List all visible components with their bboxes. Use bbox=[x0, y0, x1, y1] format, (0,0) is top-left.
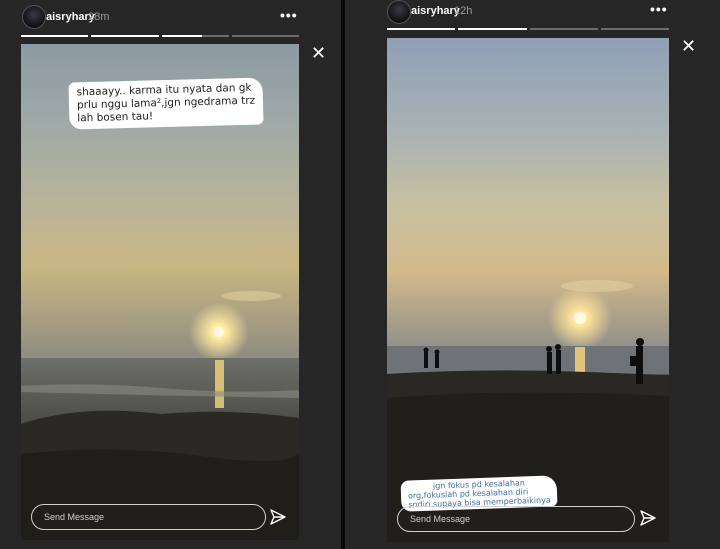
progress-segment bbox=[458, 28, 527, 30]
story-image: jgn fokus pd kesalahan org,fokuslah pd k… bbox=[387, 38, 669, 542]
close-icon[interactable]: ✕ bbox=[311, 44, 326, 62]
progress-segment bbox=[91, 35, 159, 37]
send-icon[interactable] bbox=[640, 510, 656, 526]
reply-input[interactable]: Send Message bbox=[31, 504, 266, 530]
username[interactable]: aisryhary bbox=[411, 5, 460, 17]
progress-segment bbox=[231, 35, 299, 37]
avatar[interactable] bbox=[22, 5, 46, 29]
timestamp: 28m bbox=[88, 11, 110, 23]
story-caption: shaaayy.. karma itu nyata dan gk prlu ng… bbox=[68, 77, 264, 130]
timestamp: 12h bbox=[454, 5, 473, 17]
progress-segment bbox=[529, 28, 598, 30]
reply-input[interactable]: Send Message bbox=[397, 506, 635, 532]
close-icon[interactable]: ✕ bbox=[681, 37, 696, 55]
more-options-icon[interactable]: ••• bbox=[650, 2, 668, 16]
progress-segment bbox=[161, 35, 229, 37]
sunset-beach-photo bbox=[387, 38, 669, 542]
story-panel-2: aisryhary 12h ••• ✕ jgn fokus pd kesalah… bbox=[345, 0, 720, 549]
story-progress-bars bbox=[21, 35, 299, 37]
story-progress-bars bbox=[387, 28, 669, 30]
avatar[interactable] bbox=[387, 0, 411, 24]
story-image: shaaayy.. karma itu nyata dan gk prlu ng… bbox=[21, 44, 299, 540]
progress-segment bbox=[21, 35, 89, 37]
send-icon[interactable] bbox=[270, 509, 286, 525]
progress-segment bbox=[387, 28, 456, 30]
progress-segment bbox=[600, 28, 669, 30]
story-panel-1: aisryhary 28m ••• ✕ shaaayy.. karma itu … bbox=[0, 0, 341, 549]
more-options-icon[interactable]: ••• bbox=[280, 8, 298, 22]
